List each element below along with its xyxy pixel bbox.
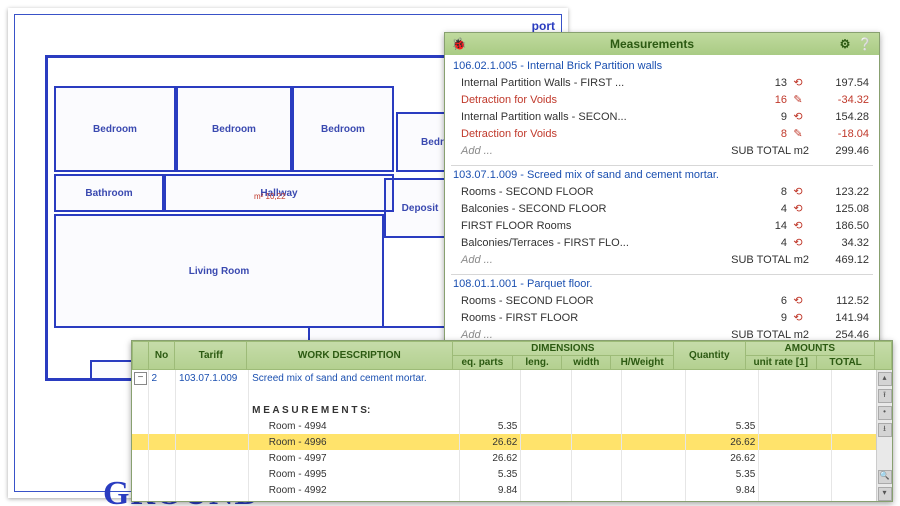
expand-button[interactable]: − (134, 372, 147, 385)
col-quantity[interactable]: Quantity (673, 342, 745, 370)
room-bedroom[interactable]: Bedroom (54, 86, 176, 172)
grid-body[interactable]: − 2103.07.1.009Screed mix of sand and ce… (132, 370, 892, 501)
link-icon[interactable]: ⟲ (787, 110, 809, 123)
group-header[interactable]: 106.02.1.005 - Internal Brick Partition … (451, 57, 873, 74)
measurement-row[interactable]: Rooms - SECOND FLOOR8⟲123.22 (451, 183, 873, 200)
measurement-row[interactable]: Detraction for Voids8✎-18.04 (451, 125, 873, 142)
col-no[interactable]: No (148, 342, 175, 370)
measurement-row[interactable]: Detraction for Voids16✎-34.32 (451, 91, 873, 108)
grid-header: No Tariff WORK DESCRIPTION DIMENSIONS Qu… (132, 341, 892, 370)
measurement-detail-row[interactable]: Room - 49955.355.35 (132, 466, 892, 482)
scroll-marker-top[interactable]: ⭱ (878, 389, 892, 403)
scroll-marker-bot[interactable]: ⭳ (878, 423, 892, 437)
measurement-detail-row[interactable]: Room - 49929.849.84 (132, 482, 892, 498)
bug-icon[interactable]: 🐞 (451, 36, 467, 52)
grid-scrollbar[interactable]: ▴ ⭱ • ⭳ 🔍 ▾ (876, 370, 892, 501)
gear-icon[interactable]: ⚙ (837, 36, 853, 52)
room-bathroom[interactable]: Bathroom (54, 174, 164, 212)
link-icon[interactable]: ⟲ (787, 294, 809, 307)
measurement-detail-row[interactable]: Room - 49945.355.35 (132, 418, 892, 434)
link-icon[interactable]: ⟲ (787, 219, 809, 232)
col-leng[interactable]: leng. (513, 356, 562, 370)
measurements-body[interactable]: 106.02.1.005 - Internal Brick Partition … (445, 55, 879, 341)
col-dimensions[interactable]: DIMENSIONS (452, 342, 673, 356)
col-work[interactable]: WORK DESCRIPTION (246, 342, 452, 370)
blank-row[interactable] (132, 386, 892, 402)
eraser-icon[interactable]: ✎ (787, 93, 809, 106)
col-total[interactable]: TOTAL (817, 356, 875, 370)
scroll-up-icon[interactable]: ▴ (878, 372, 892, 386)
subtotal-row: Add ...SUB TOTAL m2469.12 (451, 251, 873, 268)
eraser-icon[interactable]: ✎ (787, 127, 809, 140)
link-icon[interactable]: ⟲ (787, 76, 809, 89)
measurement-row[interactable]: Internal Partition walls - SECON...9⟲154… (451, 108, 873, 125)
col-width[interactable]: width (562, 356, 611, 370)
col-tariff[interactable]: Tariff (175, 342, 247, 370)
measurement-row[interactable]: Rooms - FIRST FLOOR9⟲141.94 (451, 309, 873, 326)
subtotal-row: Add ...SUB TOTAL m2299.46 (451, 142, 873, 159)
col-hweight[interactable]: H/Weight (611, 356, 674, 370)
room-bedroom[interactable]: Bedroom (292, 86, 394, 172)
scroll-zoom-icon[interactable]: 🔍 (878, 470, 892, 484)
col-eqparts[interactable]: eq. parts (452, 356, 512, 370)
estimate-grid-panel: No Tariff WORK DESCRIPTION DIMENSIONS Qu… (131, 340, 893, 502)
scroll-down-icon[interactable]: ▾ (878, 487, 892, 501)
link-icon[interactable]: ⟲ (787, 236, 809, 249)
measurement-row[interactable]: Balconies - SECOND FLOOR4⟲125.08 (451, 200, 873, 217)
scroll-marker[interactable]: • (878, 406, 892, 420)
measurement-row[interactable]: Rooms - SECOND FLOOR6⟲112.52 (451, 292, 873, 309)
col-rate[interactable]: unit rate [1] (745, 356, 817, 370)
port-label: port (532, 19, 555, 33)
measurement-row[interactable]: FIRST FLOOR Rooms14⟲186.50 (451, 217, 873, 234)
measurements-title: Measurements (469, 37, 835, 51)
col-amounts[interactable]: AMOUNTS (745, 342, 875, 356)
group-header[interactable]: 108.01.1.001 - Parquet floor. (451, 274, 873, 292)
measurements-title-row[interactable]: M E A S U R E M E N T S: (132, 402, 892, 418)
room-bedroom[interactable]: Bedroom (176, 86, 292, 172)
work-desc-row[interactable]: 2103.07.1.009Screed mix of sand and ceme… (132, 370, 892, 386)
link-icon[interactable]: ⟲ (787, 202, 809, 215)
link-icon[interactable]: ⟲ (787, 185, 809, 198)
help-icon[interactable]: ❔ (857, 36, 873, 52)
hallway-area: m² 10,22 (254, 192, 286, 201)
measurement-row[interactable]: Balconies/Terraces - FIRST FLO...4⟲34.32 (451, 234, 873, 251)
measurement-detail-row[interactable]: Room - 499726.6226.62 (132, 450, 892, 466)
measurements-panel: 🐞 Measurements ⚙ ❔ 106.02.1.005 - Intern… (444, 32, 880, 342)
measurements-titlebar[interactable]: 🐞 Measurements ⚙ ❔ (445, 33, 879, 55)
measurement-row[interactable]: Internal Partition Walls - FIRST ...13⟲1… (451, 74, 873, 91)
measurement-detail-row[interactable]: Room - 499626.6226.62 (132, 434, 892, 450)
measurement-detail-row[interactable]: Room - 49939.849.84 (132, 498, 892, 501)
subtotal-row: Add ...SUB TOTAL m2254.46 (451, 326, 873, 341)
grid-rows: 2103.07.1.009Screed mix of sand and ceme… (132, 370, 892, 501)
room-living-room[interactable]: Living Room (54, 214, 384, 328)
link-icon[interactable]: ⟲ (787, 311, 809, 324)
group-header[interactable]: 103.07.1.009 - Screed mix of sand and ce… (451, 165, 873, 183)
